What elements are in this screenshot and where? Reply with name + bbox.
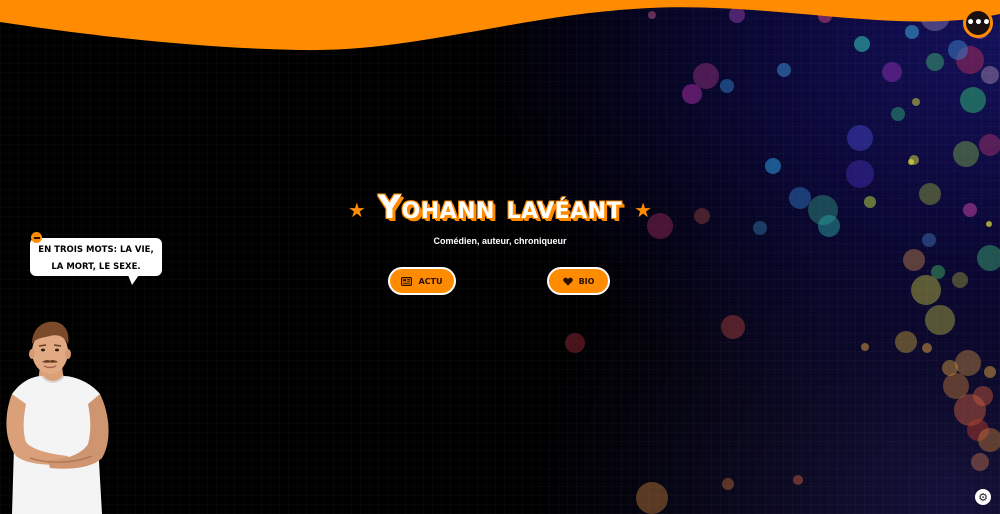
bokeh-light	[943, 373, 969, 399]
bokeh-light	[895, 331, 917, 353]
bokeh-light	[981, 66, 999, 84]
bokeh-light	[984, 366, 996, 378]
bokeh-light	[861, 343, 869, 351]
bokeh-light	[891, 107, 905, 121]
top-wave-decoration	[0, 0, 1000, 51]
bokeh-light	[952, 272, 968, 288]
bokeh-light	[973, 386, 993, 406]
menu-button[interactable]: •••	[963, 8, 993, 38]
bokeh-light	[682, 84, 702, 104]
bokeh-light	[693, 63, 719, 89]
bokeh-light	[912, 98, 920, 106]
bokeh-light	[909, 155, 919, 165]
star-icon: ★	[347, 198, 366, 222]
bokeh-light	[721, 315, 745, 339]
bokeh-light	[722, 478, 734, 490]
bokeh-light	[942, 360, 958, 376]
bokeh-light	[931, 265, 945, 279]
more-horizontal-icon: •••	[966, 15, 991, 31]
bokeh-light	[954, 394, 986, 426]
bokeh-light	[971, 453, 989, 471]
star-icon: ★	[634, 198, 653, 222]
bokeh-light	[847, 125, 873, 151]
bokeh-light	[955, 350, 981, 376]
bokeh-light	[911, 275, 941, 305]
bokeh-light	[967, 419, 989, 441]
bokeh-light	[953, 141, 979, 167]
settings-button[interactable]: ⚙	[975, 489, 991, 505]
bio-button[interactable]: BIO	[547, 267, 610, 295]
page-background: ••• ★ Yohann lavéant ★ Comédien, auteur,…	[0, 0, 1000, 514]
speech-bubble: EN TROIS MOTS: LA VIE, LA MORT, LE SEXE.	[30, 232, 162, 285]
bokeh-light	[777, 63, 791, 77]
bokeh-light	[922, 343, 932, 353]
title-row: ★ Yohann lavéant ★	[0, 188, 1000, 226]
bokeh-light	[846, 160, 874, 188]
bio-button-label: BIO	[578, 276, 595, 286]
bokeh-light	[882, 62, 902, 82]
minus-icon[interactable]	[31, 232, 42, 243]
actu-button[interactable]: ACTU	[388, 267, 456, 295]
heart-icon	[562, 277, 573, 286]
bokeh-light	[978, 428, 1000, 452]
bokeh-light	[979, 134, 1000, 156]
avatar-illustration	[6, 321, 109, 514]
page-title: Yohann lavéant	[377, 188, 623, 226]
bokeh-light	[793, 475, 803, 485]
bokeh-light	[977, 245, 1000, 271]
bokeh-light	[636, 482, 668, 514]
bokeh-light	[925, 305, 955, 335]
actu-button-label: ACTU	[418, 276, 443, 286]
bokeh-light	[903, 249, 925, 271]
bokeh-light	[565, 333, 585, 353]
bokeh-light	[960, 87, 986, 113]
bokeh-light	[765, 158, 781, 174]
bokeh-light	[720, 79, 734, 93]
newspaper-icon	[401, 276, 413, 286]
speech-bubble-text: EN TROIS MOTS: LA VIE, LA MORT, LE SEXE.	[38, 245, 154, 272]
bokeh-light	[908, 159, 914, 165]
gear-icon: ⚙	[978, 490, 988, 504]
